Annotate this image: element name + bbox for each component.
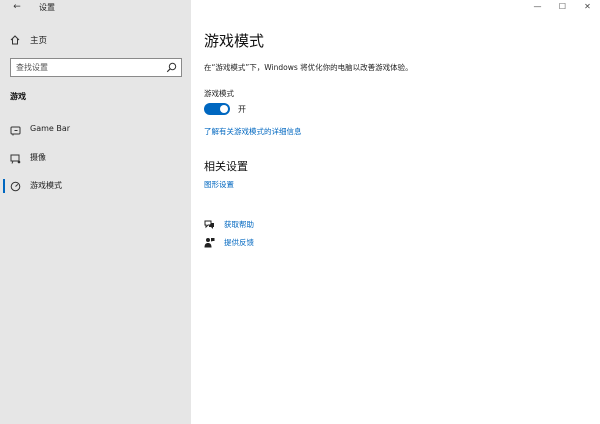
learn-more-link[interactable]: 了解有关游戏模式的详细信息 (204, 126, 302, 137)
sidebar-item-label: 摄像 (30, 153, 46, 162)
sidebar: ← 设置 主页 游戏 Game Bar 摄像 (0, 0, 191, 424)
give-feedback-link[interactable]: 提供反馈 (204, 236, 294, 250)
get-help-link[interactable]: 获取帮助 (204, 218, 294, 232)
feedback-icon (204, 238, 215, 248)
home-icon (10, 35, 20, 45)
search-input[interactable] (11, 59, 161, 76)
capture-icon (10, 154, 21, 164)
page-description: 在“游戏模式”下，Windows 将优化你的电脑以改善游戏体验。 (204, 63, 413, 72)
page-title: 游戏模式 (204, 32, 265, 50)
graphics-settings-link[interactable]: 图形设置 (204, 179, 234, 190)
game-mode-toggle[interactable] (204, 103, 230, 115)
sidebar-item-game-bar[interactable]: Game Bar (0, 121, 191, 139)
game-mode-icon (10, 181, 21, 192)
back-button[interactable]: ← (10, 1, 24, 13)
search-icon[interactable] (166, 62, 177, 73)
game-mode-toggle-label: 游戏模式 (204, 89, 234, 98)
give-feedback-label: 提供反馈 (224, 238, 254, 247)
game-bar-icon (10, 126, 21, 136)
title-bar: ← 设置 (0, 0, 191, 14)
toggle-state-text: 开 (238, 105, 246, 114)
sidebar-item-label: 游戏模式 (30, 181, 62, 190)
sidebar-item-label: 主页 (30, 36, 48, 46)
app-title: 设置 (39, 3, 55, 12)
related-settings-title: 相关设置 (204, 160, 248, 173)
get-help-label: 获取帮助 (224, 220, 254, 229)
main-content: 游戏模式 在“游戏模式”下，Windows 将优化你的电脑以改善游戏体验。 游戏… (191, 0, 600, 424)
sidebar-item-capture[interactable]: 摄像 (0, 149, 191, 167)
sidebar-item-label: Game Bar (30, 124, 71, 133)
sidebar-item-home[interactable]: 主页 (0, 31, 191, 49)
sidebar-item-game-mode[interactable]: 游戏模式 (0, 177, 191, 195)
toggle-knob (220, 105, 228, 113)
section-header-gaming: 游戏 (10, 92, 26, 101)
chat-help-icon (204, 220, 214, 229)
search-box[interactable] (10, 58, 182, 77)
